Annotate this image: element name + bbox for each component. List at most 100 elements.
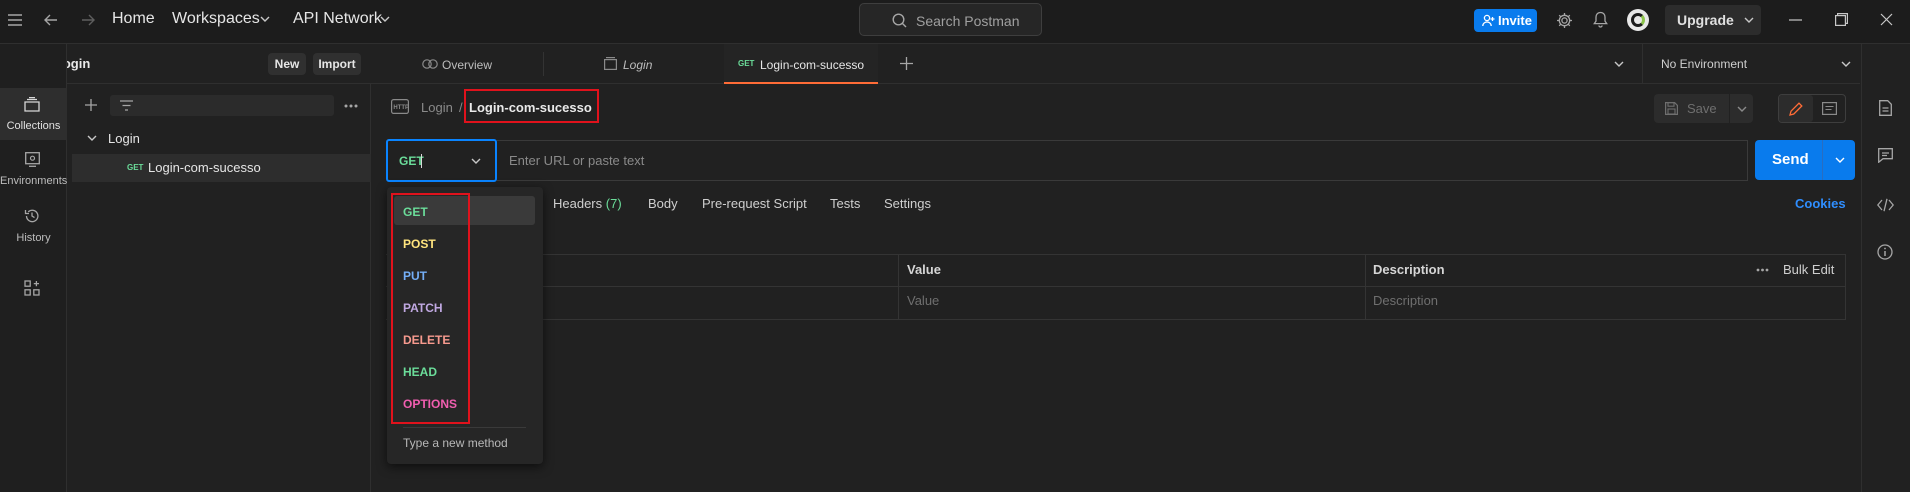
code-icon[interactable] (1877, 198, 1894, 212)
new-button[interactable]: New (268, 53, 306, 75)
comment-mode-icon[interactable] (1822, 102, 1837, 115)
tab-login[interactable]: Login (604, 44, 714, 84)
tab-body[interactable]: Body (648, 196, 678, 211)
more-options-icon[interactable] (1756, 268, 1769, 272)
home-link[interactable]: Home (112, 10, 155, 28)
url-placeholder: Enter URL or paste text (509, 153, 645, 168)
headers-count: (7) (605, 196, 622, 211)
rail-item-collections[interactable]: Collections (0, 88, 67, 140)
request-method-badge: GET (127, 163, 144, 172)
documentation-icon[interactable] (1879, 100, 1892, 116)
chevron-down-icon[interactable] (1737, 106, 1747, 112)
dropdown-divider (403, 427, 526, 428)
search-placeholder: Search Postman (916, 13, 1020, 29)
description-column-header: Description (1373, 262, 1445, 277)
chevron-down-icon (1841, 61, 1851, 67)
filter-icon (120, 100, 133, 111)
api-network-menu[interactable]: API Network (293, 10, 382, 28)
description-input[interactable]: Description (1373, 293, 1438, 308)
environment-selector[interactable]: No Environment (1642, 44, 1860, 84)
add-icon[interactable] (85, 99, 97, 111)
invite-label: Invite (1498, 13, 1532, 28)
add-user-icon (1482, 14, 1495, 27)
tab-overview[interactable]: Overview (422, 44, 542, 84)
svg-text:HTTP: HTTP (393, 105, 409, 111)
send-button[interactable]: Send (1755, 140, 1855, 180)
tab-divider (543, 52, 544, 76)
tabs-dropdown-icon[interactable] (1614, 61, 1624, 67)
breadcrumb-separator: / (459, 100, 463, 115)
rail-label: Collections (6, 120, 61, 132)
chevron-down-icon (1744, 17, 1754, 23)
more-options-icon[interactable] (344, 104, 358, 108)
cookies-link[interactable]: Cookies (1795, 196, 1846, 211)
chevron-down-icon (471, 158, 481, 164)
folder-icon (604, 57, 617, 70)
tab-pre-request-script[interactable]: Pre-request Script (702, 196, 807, 211)
chevron-down-icon (380, 16, 390, 22)
value-column-header: Value (907, 262, 941, 277)
bulk-edit-button[interactable]: Bulk Edit (1783, 262, 1834, 277)
tab-settings[interactable]: Settings (884, 196, 931, 211)
new-method-input[interactable]: Type a new method (403, 436, 508, 450)
comments-icon[interactable] (1878, 148, 1893, 163)
hamburger-menu-icon[interactable] (8, 14, 22, 26)
chevron-down-icon[interactable] (87, 135, 97, 141)
http-request-icon: HTTP (391, 99, 409, 114)
method-selector[interactable]: GET (386, 139, 497, 182)
upgrade-label: Upgrade (1677, 12, 1734, 28)
gear-icon[interactable] (1556, 12, 1573, 29)
text-cursor (421, 154, 422, 168)
search-icon (892, 13, 907, 28)
edit-mode-button[interactable] (1779, 95, 1813, 122)
rail-item-history[interactable]: History (0, 200, 67, 252)
environment-icon (25, 152, 40, 167)
table-divider (386, 286, 1846, 287)
avatar[interactable] (1627, 9, 1649, 31)
tab-label: Login-com-sucesso (760, 58, 865, 72)
pencil-icon (1789, 102, 1803, 116)
add-tab-icon[interactable] (900, 57, 913, 70)
restore-icon[interactable] (1835, 13, 1848, 26)
tab-label: Login (623, 58, 653, 72)
workspaces-menu[interactable]: Workspaces (172, 10, 260, 28)
search-input[interactable]: Search Postman (859, 3, 1042, 36)
import-button[interactable]: Import (313, 53, 361, 75)
tab-login-com-sucesso[interactable]: GET Login-com-sucesso (724, 44, 878, 84)
save-label: Save (1687, 101, 1717, 116)
bell-icon[interactable] (1593, 11, 1608, 28)
invite-button[interactable]: Invite (1474, 9, 1537, 32)
value-input[interactable]: Value (907, 293, 939, 308)
tab-method-badge: GET (738, 59, 755, 68)
environment-label: No Environment (1661, 57, 1748, 71)
chevron-down-icon[interactable] (1835, 157, 1845, 163)
close-icon[interactable] (1880, 13, 1893, 26)
send-label: Send (1772, 151, 1809, 168)
tab-tests[interactable]: Tests (830, 196, 860, 211)
column-divider (1365, 254, 1366, 320)
collections-icon (24, 97, 40, 112)
collection-name[interactable]: Login (108, 131, 140, 146)
method-value: GET (399, 154, 424, 168)
tab-headers[interactable]: Headers (7) (553, 196, 622, 211)
forward-arrow-icon[interactable] (81, 13, 95, 27)
save-icon (1665, 102, 1678, 115)
back-arrow-icon[interactable] (44, 13, 58, 27)
params-table (386, 254, 1846, 320)
rail-item-environments[interactable]: Environments (0, 145, 67, 197)
view-toggle (1778, 94, 1846, 123)
rail-label: History (16, 232, 51, 244)
breadcrumb-parent[interactable]: Login (421, 100, 453, 115)
column-divider (898, 254, 899, 320)
highlight-box (391, 193, 470, 424)
info-icon[interactable] (1877, 244, 1893, 260)
save-button[interactable]: Save (1654, 94, 1753, 123)
filter-input[interactable] (110, 95, 334, 116)
url-input[interactable]: Enter URL or paste text (497, 140, 1748, 181)
tab-label: Overview (442, 58, 493, 72)
overview-icon (422, 57, 438, 70)
upgrade-button[interactable]: Upgrade (1665, 5, 1761, 35)
minimize-icon[interactable] (1789, 19, 1802, 21)
tab-bar (372, 44, 1860, 84)
configure-workspace-icon[interactable] (24, 280, 40, 296)
